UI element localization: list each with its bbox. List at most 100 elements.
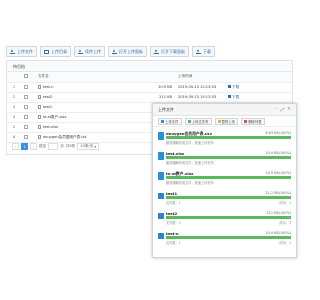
col-size <box>135 72 175 83</box>
col-name[interactable]: 文件名 <box>35 72 135 83</box>
file-name[interactable]: douygen会员图用户表.txt <box>43 135 86 139</box>
upload-success-count: 成功：3 <box>279 221 291 225</box>
select-all-checkbox[interactable] <box>24 74 28 79</box>
file-date: 2019-09-13 15:13:53 <box>175 82 225 93</box>
upload-status: 服务器解析用文件，快速上传完毕 <box>166 181 214 185</box>
file-icon <box>38 105 41 109</box>
table-header-row: 文件名 上传时间 <box>7 72 292 83</box>
file-icon <box>38 85 41 89</box>
upload-progress-bar <box>166 236 291 239</box>
upload-progress-bar <box>166 176 291 179</box>
upload-status: 服务器解析用文件，快速上传完毕 <box>166 161 214 165</box>
file-date: 2019-09-13 15:13:53 <box>175 92 225 103</box>
col-action <box>225 72 292 83</box>
dialog-toolbar: 上传文件 上传文件夹 暂停上传 删除列表 <box>153 116 296 127</box>
upload-item: test.xlsx 10.9 KB(100%) 服务器解析用文件，快速上传完毕 <box>157 150 293 170</box>
open-upload-panel-button[interactable]: 打开上传面板 <box>108 46 147 57</box>
row-checkbox[interactable] <box>24 134 28 139</box>
total-count: 共6条 <box>65 144 76 148</box>
upload-folder-button[interactable]: 上传目录 <box>40 46 71 57</box>
upload-icon <box>78 49 83 54</box>
pagination: ‹ 1 › 跳至 页 共6条 10条/页 ▾ <box>12 143 100 150</box>
open-download-panel-button[interactable]: 打开下载面板 <box>150 46 189 57</box>
row-checkbox[interactable] <box>24 84 28 89</box>
open-upload-panel-label: 打开上传面板 <box>119 48 143 54</box>
file-icon <box>158 172 164 180</box>
panel-title: 待归档 <box>7 61 292 72</box>
upload-progress-bar <box>166 156 291 159</box>
slice-upload-button[interactable]: 续传上传 <box>74 46 105 57</box>
page-size-value: 10条/页 <box>80 144 94 148</box>
close-icon[interactable]: ✕ <box>287 107 291 113</box>
table-row[interactable]: 2 test2 211 KB 2019-09-13 15:13:53 下载 <box>7 92 292 103</box>
download-icon <box>196 49 201 54</box>
goto-page-input[interactable] <box>48 143 59 150</box>
file-name[interactable]: test2 <box>43 95 52 99</box>
pause-icon <box>217 119 221 123</box>
page-unit-label: 页 <box>60 144 64 148</box>
upload-file-size: 6.63 KB(100%) <box>265 131 291 135</box>
download-icon[interactable] <box>228 85 231 88</box>
dialog-upload-file-button[interactable]: 上传文件 <box>158 117 182 125</box>
row-checkbox[interactable] <box>24 114 28 119</box>
next-page-button[interactable]: › <box>30 143 37 150</box>
row-index: 4 <box>7 112 21 123</box>
upload-item: test2 211 KB(100%) 文件数：3 成功：3 <box>157 210 293 230</box>
minimize-icon[interactable]: – <box>275 107 277 113</box>
file-icon <box>38 125 41 129</box>
upload-file-button[interactable]: 上传文件 <box>6 46 37 57</box>
dialog-upload-folder-label: 上传文件夹 <box>191 119 209 124</box>
upload-file-size: 211 KB(100%) <box>266 211 291 215</box>
upload-progress-bar <box>166 196 291 199</box>
row-checkbox[interactable] <box>24 104 28 109</box>
upload-file-size: 10.9 KB(100%) <box>265 151 291 155</box>
upload-icon <box>161 119 164 123</box>
row-checkbox[interactable] <box>24 124 28 129</box>
upload-file-size: 21.2 KB(100%) <box>265 191 291 195</box>
upload-item: test-n 10.9 KB(100%) 文件数：1 成功：1 <box>157 230 293 250</box>
delete-icon <box>244 119 248 123</box>
download-icon[interactable] <box>228 95 231 98</box>
folder-icon <box>187 119 191 123</box>
folder-icon <box>158 213 164 219</box>
file-name[interactable]: test-n <box>43 85 53 89</box>
upload-file-size: 10.9 KB(100%) <box>265 171 291 175</box>
upload-file-count: 文件数：3 <box>166 221 181 225</box>
prev-page-button[interactable]: ‹ <box>12 143 19 150</box>
upload-file-count: 文件数：1 <box>166 241 181 245</box>
upload-progress-fill <box>166 196 291 199</box>
col-select[interactable] <box>21 72 35 83</box>
pause-upload-label: 暂停上传 <box>221 119 236 124</box>
file-icon <box>38 134 41 139</box>
download-button[interactable]: 下载 <box>192 46 215 57</box>
page-size-select[interactable]: 10条/页 ▾ <box>77 143 100 150</box>
download-link[interactable]: 下载 <box>232 95 239 99</box>
file-icon <box>38 95 41 99</box>
download-link[interactable]: 下载 <box>232 85 239 89</box>
file-name[interactable]: test.xlsx <box>43 125 58 129</box>
download-label: 下载 <box>203 48 211 54</box>
file-name[interactable]: test1 <box>43 105 52 109</box>
file-name[interactable]: te.st数户.xlsx <box>43 115 67 119</box>
maximize-icon[interactable]: ⤢ <box>281 107 285 113</box>
dialog-upload-folder-button[interactable]: 上传文件夹 <box>184 117 212 125</box>
upload-item: te.st数户.xlsx 10.9 KB(100%) 服务器解析用文件，快速上传… <box>157 170 293 190</box>
upload-progress-fill <box>166 216 291 219</box>
file-icon <box>158 152 164 160</box>
page-number-current[interactable]: 1 <box>21 143 28 150</box>
dialog-header: 上传文件 – ⤢ ✕ <box>153 104 296 116</box>
row-checkbox[interactable] <box>24 94 28 99</box>
file-size: 10.9 KB <box>135 82 175 93</box>
upload-progress-fill <box>166 176 291 179</box>
clear-list-button[interactable]: 删除列表 <box>241 117 265 125</box>
row-index: 1 <box>7 82 21 93</box>
table-row[interactable]: 1 test-n 10.9 KB 2019-09-13 15:13:53 下载 <box>7 82 292 93</box>
row-index: 3 <box>7 102 21 113</box>
dialog-upload-file-label: 上传文件 <box>165 119 179 124</box>
open-download-panel-label: 打开下载面板 <box>161 48 185 54</box>
col-date[interactable]: 上传时间 <box>175 72 225 83</box>
upload-icon <box>10 49 15 54</box>
pause-upload-button[interactable]: 暂停上传 <box>214 117 239 125</box>
row-index: 6 <box>7 132 21 143</box>
upload-success-count: 成功：1 <box>279 201 291 205</box>
